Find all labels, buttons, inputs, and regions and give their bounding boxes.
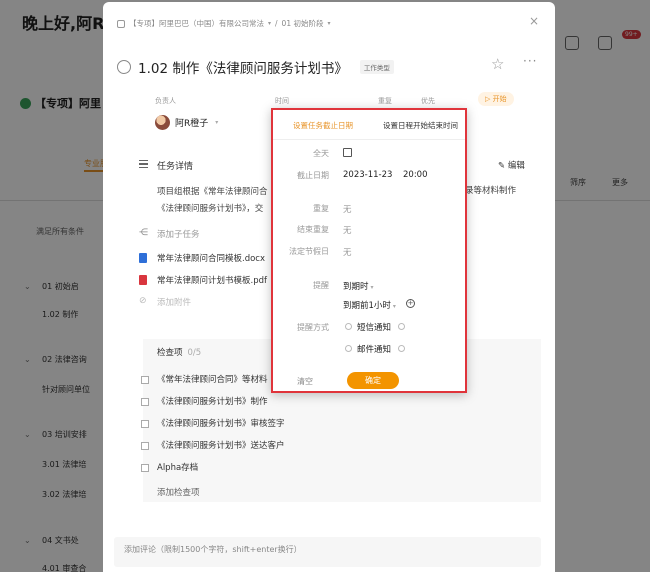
complete-task-checkbox[interactable] [117, 60, 131, 74]
breadcrumb-project[interactable]: 【专项】阿里巴巴（中国）有限公司常法 [129, 18, 264, 29]
avatar [155, 115, 170, 130]
end-repeat-label: 结束重复 [297, 225, 329, 234]
close-icon[interactable]: × [529, 14, 539, 28]
email-notification-option[interactable]: 邮件通知 [357, 343, 391, 355]
repeat-label: 重复 [313, 204, 329, 213]
chevron-down-icon[interactable]: ▾ [327, 20, 330, 27]
divider [273, 139, 465, 140]
task-title-row: 1.02 制作《法律顾问服务计划书》 工作类型 [117, 57, 394, 77]
chevron-down-icon[interactable]: ▾ [268, 20, 271, 27]
checklist-checkbox[interactable] [141, 398, 149, 406]
priority-header: 优先 [421, 97, 435, 105]
edit-button[interactable]: ✎ 编辑 [498, 159, 525, 171]
holiday-value[interactable]: 无 [343, 246, 352, 258]
list-icon [139, 160, 148, 168]
checklist-checkbox[interactable] [141, 420, 149, 428]
clear-button[interactable]: 清空 [297, 376, 313, 387]
task-description: 项目组根据《常年法律顾问合 《法律顾问服务计划书》，交 [157, 187, 268, 214]
add-reminder-icon[interactable]: + [406, 299, 415, 308]
more-icon[interactable]: ··· [523, 54, 537, 68]
holiday-label: 法定节假日 [289, 247, 329, 256]
deadline-date-input[interactable]: 2023-11-23 [343, 170, 392, 180]
sms-radio[interactable] [345, 323, 352, 330]
deadline-time-input[interactable]: 20:00 [403, 170, 428, 180]
task-type-tag[interactable]: 工作类型 [359, 60, 394, 74]
repeat-header: 重复 [378, 97, 392, 105]
checklist-item[interactable]: Alpha存档 [157, 461, 198, 473]
pdf-file-icon [139, 275, 147, 285]
breadcrumb-stage[interactable]: 01 初始阶段 [282, 18, 324, 29]
checklist-item[interactable]: 《法律顾问服务计划书》审核签字 [157, 417, 285, 429]
checklist-item[interactable]: 《常年法律顾问合同》等材料 [157, 373, 268, 385]
word-file-icon [139, 253, 147, 263]
task-description-continued: 录等材料制作 [465, 186, 517, 196]
confirm-button[interactable]: 确定 [347, 372, 399, 389]
email-toggle-icon[interactable] [398, 345, 405, 352]
checklist-item[interactable]: 《法律顾问服务计划书》制作 [157, 395, 268, 407]
star-icon[interactable]: ☆ [491, 55, 504, 73]
all-day-checkbox[interactable] [343, 148, 352, 157]
chevron-down-icon: ▾ [392, 303, 396, 310]
deadline-picker-popup: 设置任务截止日期 设置日程开始结束时间 全天 截止日期 2023-11-23 2… [271, 108, 467, 393]
task-detail-label: 任务详情 [157, 162, 194, 172]
all-day-label: 全天 [313, 149, 329, 158]
owner-selector[interactable]: 阿R橙子 ▾ [155, 115, 218, 130]
add-attachment-button[interactable]: 添加附件 [157, 296, 191, 308]
remind-method-label: 提醒方式 [297, 323, 329, 332]
sms-notification-option[interactable]: 短信通知 [357, 321, 391, 333]
add-subtask-button[interactable]: 添加子任务 [157, 228, 200, 240]
subtask-icon: ⋲ [139, 228, 148, 238]
add-checklist-item-button[interactable]: 添加检查项 [157, 486, 200, 498]
reminder-option[interactable]: 到期前1小时 ▾ [343, 299, 396, 311]
email-radio[interactable] [345, 345, 352, 352]
reminder-option[interactable]: 到期时 ▾ [343, 280, 374, 292]
owner-name: 阿R橙子 [175, 119, 209, 129]
checklist-count: 0/5 [187, 348, 202, 358]
chevron-down-icon: ▾ [215, 119, 219, 126]
checklist-item[interactable]: 《法律顾问服务计划书》送达客户 [157, 439, 285, 451]
tab-set-deadline[interactable]: 设置任务截止日期 [293, 120, 353, 131]
tab-set-schedule[interactable]: 设置日程开始结束时间 [383, 120, 458, 131]
task-title[interactable]: 1.02 制作《法律顾问服务计划书》 [138, 57, 348, 77]
chevron-down-icon: ▾ [370, 284, 374, 291]
repeat-value[interactable]: 无 [343, 203, 352, 215]
start-button[interactable]: ▷ 开始 [478, 92, 514, 106]
time-header: 时间 [275, 97, 289, 105]
owner-header: 负责人 [155, 97, 176, 105]
attachment-pdf[interactable]: 常年法律顾问计划书模板.pdf [157, 274, 267, 286]
comment-input[interactable]: 添加评论（限制1500个字符，shift+enter换行） [114, 537, 541, 567]
checklist-title: 检查项 0/5 [157, 348, 202, 358]
project-icon [117, 19, 125, 28]
breadcrumb-separator: / [275, 19, 278, 28]
attachment-word[interactable]: 常年法律顾问合同模板.docx [157, 252, 265, 264]
checklist-checkbox[interactable] [141, 442, 149, 450]
breadcrumb: 【专项】阿里巴巴（中国）有限公司常法 ▾ / 01 初始阶段 ▾ [117, 18, 331, 29]
attachment-icon: ⊘ [139, 296, 147, 306]
end-repeat-value[interactable]: 无 [343, 224, 352, 236]
checklist-checkbox[interactable] [141, 376, 149, 384]
reminder-label: 提醒 [313, 281, 329, 290]
checklist-checkbox[interactable] [141, 464, 149, 472]
sms-toggle-icon[interactable] [398, 323, 405, 330]
deadline-label: 截止日期 [297, 171, 329, 180]
